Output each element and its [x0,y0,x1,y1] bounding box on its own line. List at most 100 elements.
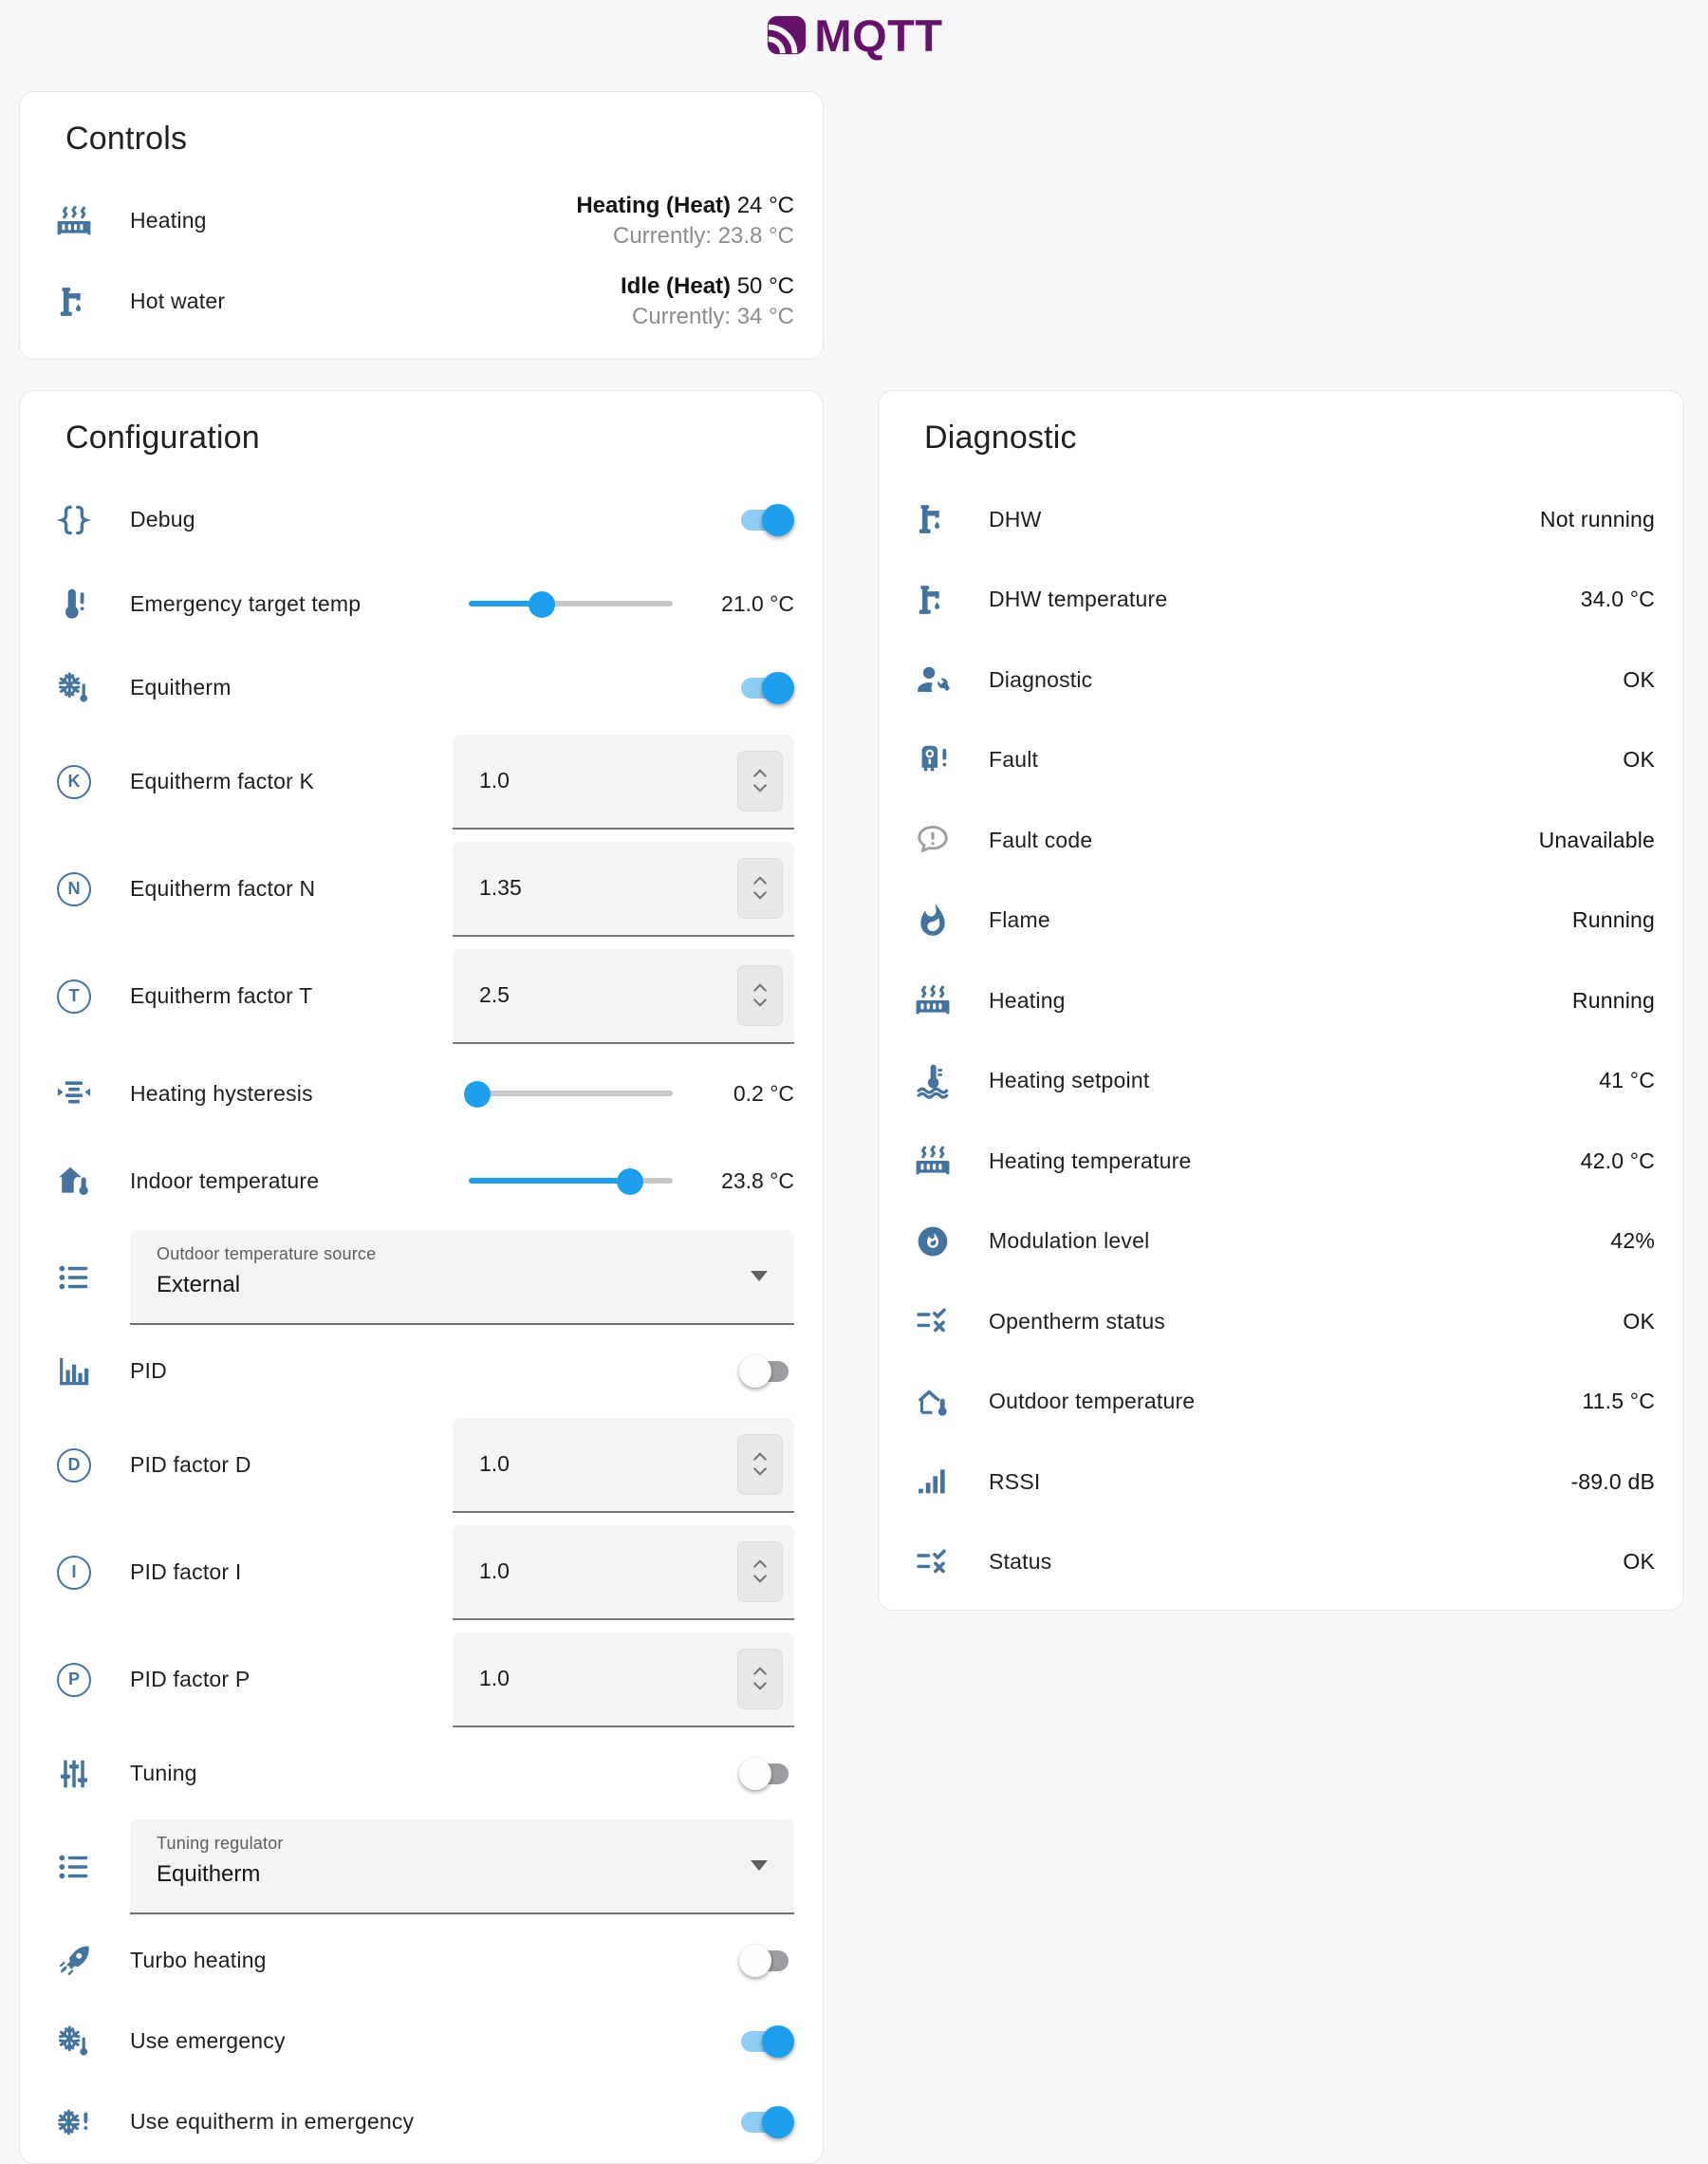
row-value: Not running [1540,507,1655,532]
diag-row-opentherm-status[interactable]: Opentherm status OK [879,1281,1683,1362]
row-label: DHW [989,507,1540,532]
config-row-turbo-heating: Turbo heating [20,1920,823,2001]
diag-row-fault-code[interactable]: Fault code Unavailable [879,800,1683,881]
pid-factor-i-stepper[interactable] [737,1541,783,1602]
thermometer-alert-icon [52,586,96,622]
config-row-use-emergency: Use emergency [20,2001,823,2081]
diag-row-heating-setpoint[interactable]: Heating setpoint 41 °C [879,1041,1683,1122]
diag-row-status[interactable]: Status OK [879,1522,1683,1603]
state-current: Currently: 34 °C [621,302,794,332]
pid-factor-p-input[interactable] [479,1666,688,1691]
indoor-temperature-slider[interactable] [469,1167,673,1194]
diag-row-fault[interactable]: Fault OK [879,720,1683,801]
equitherm-factor-n-stepper[interactable] [737,858,783,919]
pid-factor-d-stepper[interactable] [737,1434,783,1495]
diag-row-diagnostic[interactable]: Diagnostic OK [879,640,1683,720]
diag-row-heating[interactable]: Heating Running [879,961,1683,1041]
diag-row-modulation-level[interactable]: Modulation level 42% [879,1202,1683,1282]
equitherm-factor-n-field [453,842,794,937]
slider-thumb[interactable] [464,1081,491,1108]
config-row-pid-factor-i: I PID factor I [20,1519,823,1626]
equitherm-factor-k-input[interactable] [479,768,688,793]
use-emergency-toggle[interactable] [739,2024,794,2060]
pid-toggle[interactable] [739,1353,794,1390]
list-status-icon [911,1544,955,1580]
row-label: Heating setpoint [989,1068,1599,1093]
dropdown-caret-icon [751,1860,768,1871]
mqtt-logo-icon [765,13,808,57]
control-row-hot-water[interactable]: Hot water Idle (Heat) 50 °C Currently: 3… [20,261,823,342]
control-row-heating[interactable]: Heating Heating (Heat) 24 °C Currently: … [20,180,823,261]
equitherm-factor-t-stepper[interactable] [737,965,783,1026]
list-status-icon [911,1303,955,1339]
tune-vertical-icon [52,1756,96,1792]
diag-row-dhw-temperature[interactable]: DHW temperature 34.0 °C [879,560,1683,641]
rocket-icon [52,1943,96,1979]
radiator-icon [52,203,96,239]
equitherm-factor-t-input[interactable] [479,982,688,1008]
config-row-equitherm-factor-n: N Equitherm factor N [20,835,823,942]
heating-hysteresis-slider[interactable] [469,1080,673,1107]
row-label: Opentherm status [989,1309,1623,1334]
row-label: Fault code [989,828,1539,853]
emergency-target-temp-slider[interactable] [469,590,673,617]
dropdown-caret-icon [751,1271,768,1281]
config-row-equitherm-factor-t: T Equitherm factor T [20,942,823,1050]
config-row-use-equitherm-in-emergency: Use equitherm in emergency [20,2081,823,2162]
pid-factor-i-input[interactable] [479,1558,688,1584]
diag-row-outdoor-temperature[interactable]: Outdoor temperature 11.5 °C [879,1362,1683,1443]
diagnostic-card: Diagnostic DHW Not running DHW temperatu… [878,390,1684,1611]
config-row-pid: PID [20,1331,823,1411]
row-value: Running [1572,988,1655,1014]
device-page: MQTT Controls Heating Heating (Heat) 24 … [0,0,1708,2164]
row-label: Equitherm factor T [130,983,453,1009]
format-list-bulleted-icon [52,1259,96,1296]
state-current: Currently: 23.8 °C [576,221,794,252]
alpha-i-circle-icon: I [52,1556,96,1590]
row-label: Equitherm [130,675,739,700]
control-state: Idle (Heat) 50 °C Currently: 34 °C [621,271,794,331]
row-label: Outdoor temperature [989,1389,1582,1414]
alpha-d-circle-icon: D [52,1448,96,1483]
radiator-icon [911,982,955,1018]
use-equitherm-in-emergency-toggle[interactable] [739,2104,794,2140]
diag-row-dhw[interactable]: DHW Not running [879,479,1683,560]
state-target: 50 °C [737,273,794,299]
diag-row-rssi[interactable]: RSSI -89.0 dB [879,1442,1683,1522]
row-label: Diagnostic [989,667,1623,693]
pid-factor-d-input[interactable] [479,1451,688,1477]
alpha-p-circle-icon: P [52,1663,96,1697]
pid-factor-p-stepper[interactable] [737,1649,783,1709]
row-value: 34.0 °C [1581,587,1655,612]
state-mode: Idle (Heat) [621,273,731,299]
slider-thumb[interactable] [617,1168,643,1195]
tuning-regulator-select[interactable]: Tuning regulator Equitherm [130,1819,794,1914]
thermometer-water-icon [911,1063,955,1099]
row-label: Use equitherm in emergency [130,2109,739,2135]
row-value: OK [1623,1549,1655,1575]
slider-thumb[interactable] [529,591,555,618]
row-label: Equitherm factor N [130,876,453,902]
row-value: Running [1572,907,1655,933]
config-row-equitherm: Equitherm [20,647,823,728]
row-label: Equitherm factor K [130,769,453,794]
outdoor-temperature-source-select[interactable]: Outdoor temperature source External [130,1230,794,1325]
home-thermometer-icon [52,1163,96,1199]
equitherm-factor-k-stepper[interactable] [737,751,783,812]
equitherm-toggle[interactable] [739,670,794,706]
diagnostic-card-title: Diagnostic [924,420,1683,457]
turbo-heating-toggle[interactable] [739,1943,794,1979]
debug-toggle[interactable] [739,502,794,538]
config-row-pid-factor-p: P PID factor P [20,1626,823,1733]
equitherm-factor-n-input[interactable] [479,875,688,901]
diag-row-heating-temperature[interactable]: Heating temperature 42.0 °C [879,1121,1683,1202]
water-pump-icon [911,582,955,618]
row-value: 11.5 °C [1582,1389,1655,1414]
tuning-toggle[interactable] [739,1756,794,1792]
row-label: Heating [989,988,1572,1014]
select-label: Tuning regulator [157,1834,737,1854]
fire-circle-icon [911,1223,955,1259]
diag-row-flame[interactable]: Flame Running [879,881,1683,961]
row-value: Unavailable [1539,828,1655,853]
snowflake-alert-icon [52,2104,96,2140]
